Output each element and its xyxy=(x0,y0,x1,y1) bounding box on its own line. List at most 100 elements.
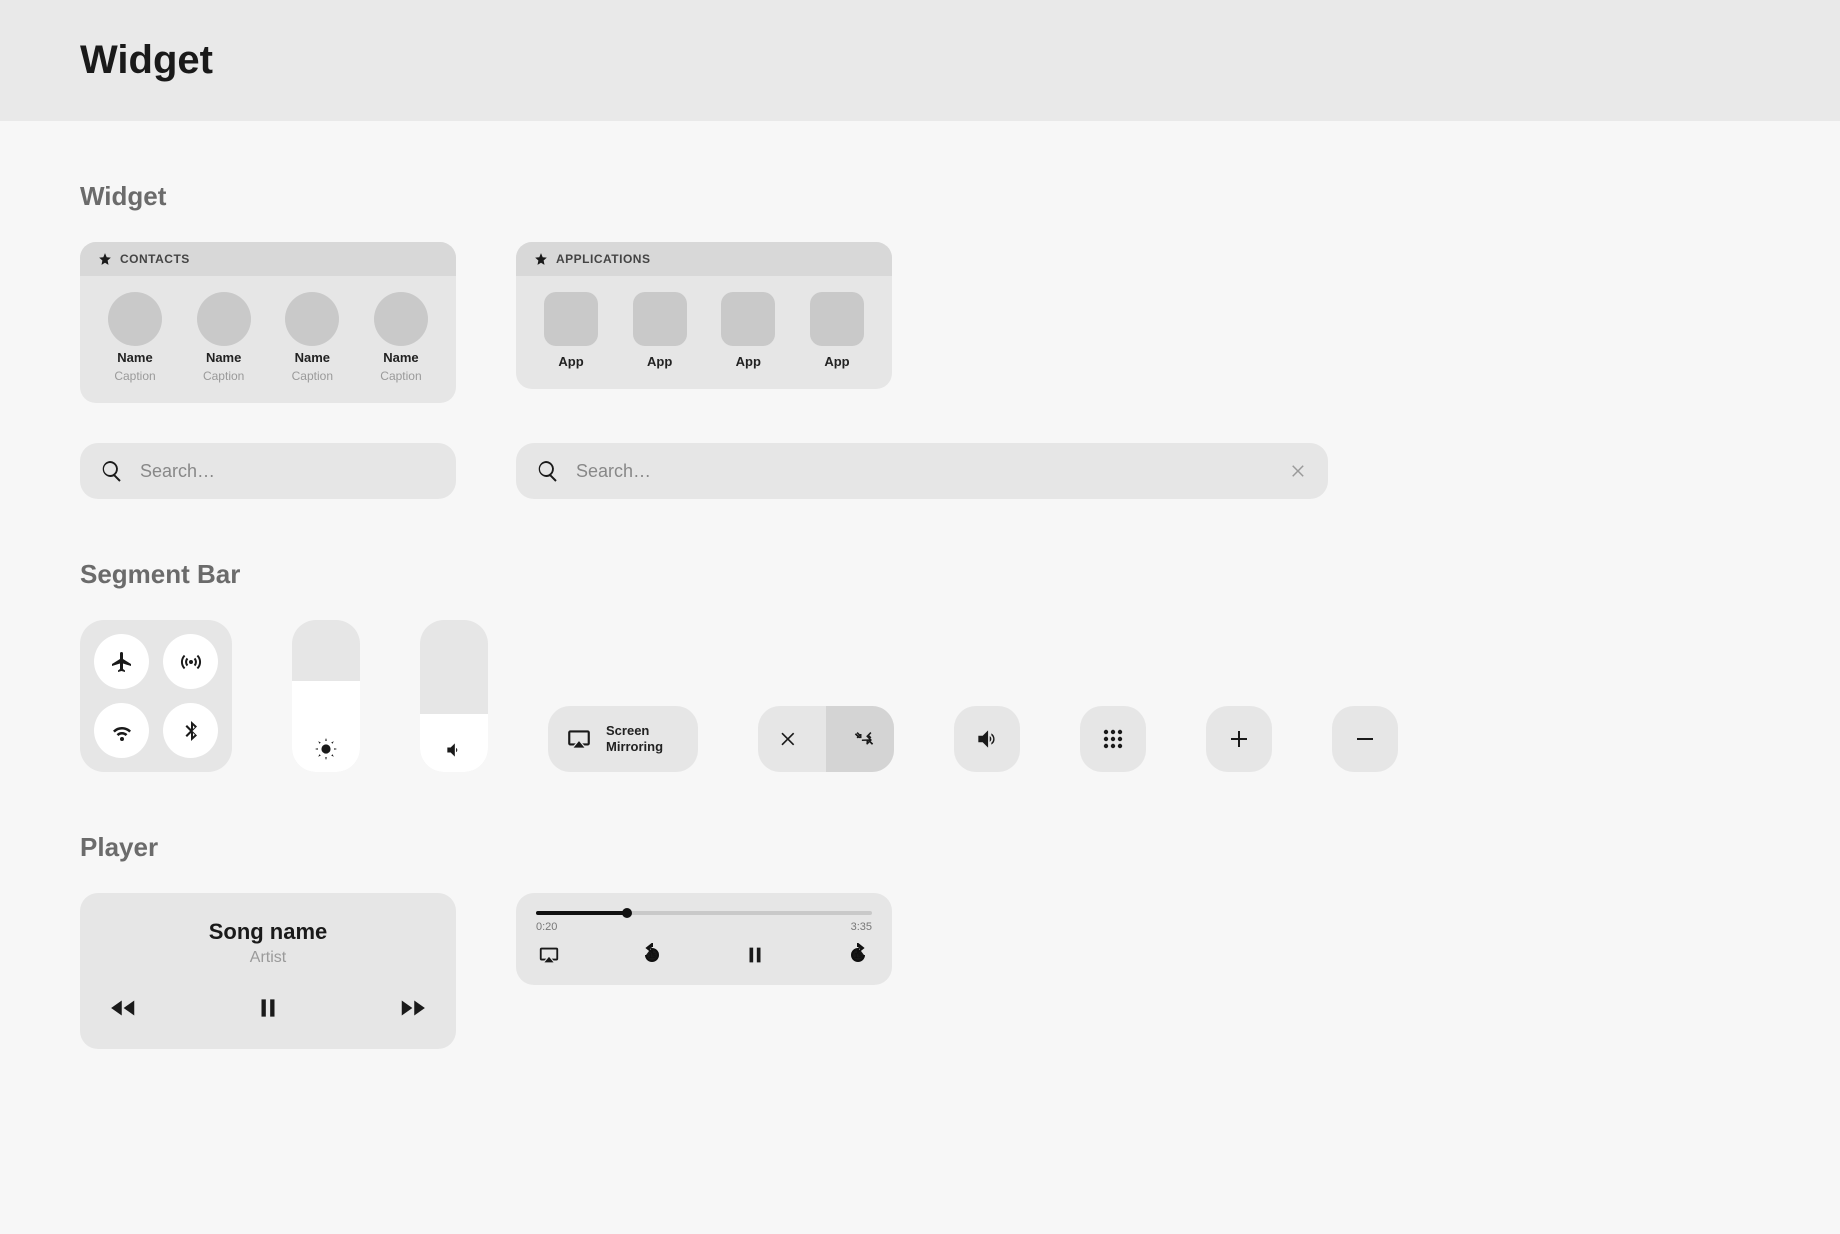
progress-fill xyxy=(536,911,627,915)
grid-icon xyxy=(1101,727,1125,751)
contact-name: Name xyxy=(206,350,241,365)
fast-forward-icon xyxy=(398,993,428,1023)
airplay-icon xyxy=(538,944,560,966)
section-title-widget: Widget xyxy=(80,181,1760,212)
brightness-icon xyxy=(315,738,337,760)
svg-text:15: 15 xyxy=(854,953,862,960)
skip-back-15-icon: 15 xyxy=(640,943,664,967)
app-label: App xyxy=(736,354,761,369)
app-icon-placeholder xyxy=(544,292,598,346)
brightness-slider[interactable] xyxy=(292,620,360,772)
minus-icon xyxy=(1353,727,1377,751)
app-label: App xyxy=(558,354,583,369)
contacts-widget: CONTACTS Name Caption Name Caption Name … xyxy=(80,242,456,403)
avatar xyxy=(374,292,428,346)
volume-icon xyxy=(444,740,464,760)
avatar xyxy=(108,292,162,346)
search-field-large[interactable] xyxy=(516,443,1328,499)
app-item[interactable]: App xyxy=(713,292,783,369)
screen-mirroring-label: Screen Mirroring xyxy=(606,723,663,754)
cellular-icon xyxy=(179,650,203,674)
contacts-title: CONTACTS xyxy=(120,252,190,266)
sound-button[interactable] xyxy=(954,706,1020,772)
song-title: Song name xyxy=(209,919,328,945)
app-label: App xyxy=(824,354,849,369)
forward-button[interactable] xyxy=(398,993,428,1023)
artist-name: Artist xyxy=(250,949,286,967)
contact-item[interactable]: Name Caption xyxy=(189,292,259,383)
elapsed-time: 0:20 xyxy=(536,921,557,933)
collapse-icon xyxy=(854,729,874,749)
search-input[interactable] xyxy=(138,460,436,483)
search-input[interactable] xyxy=(574,460,1276,483)
pause-button[interactable] xyxy=(255,995,281,1021)
progress-knob[interactable] xyxy=(622,908,632,918)
rewind-icon xyxy=(108,993,138,1023)
connectivity-panel xyxy=(80,620,232,772)
airplay-button[interactable] xyxy=(538,944,560,966)
rewind-button[interactable] xyxy=(108,993,138,1023)
pause-icon xyxy=(255,995,281,1021)
mini-player-widget: 0:20 3:35 15 15 xyxy=(516,893,892,985)
app-item[interactable]: App xyxy=(536,292,606,369)
app-icon-placeholder xyxy=(721,292,775,346)
skip-forward-15-button[interactable]: 15 xyxy=(846,943,870,967)
cellular-toggle[interactable] xyxy=(163,634,218,689)
search-icon xyxy=(536,459,560,483)
page-header: Widget xyxy=(0,0,1840,121)
sound-icon xyxy=(974,726,1000,752)
contacts-header: CONTACTS xyxy=(80,242,456,276)
progress-track[interactable] xyxy=(536,911,872,915)
section-title-player: Player xyxy=(80,832,1760,863)
skip-back-15-button[interactable]: 15 xyxy=(640,943,664,967)
page-title: Widget xyxy=(80,38,1760,83)
airplane-icon xyxy=(110,650,134,674)
airplay-icon xyxy=(566,726,592,752)
contact-name: Name xyxy=(383,350,418,365)
svg-text:15: 15 xyxy=(648,953,656,960)
search-field-small[interactable] xyxy=(80,443,456,499)
total-time: 3:35 xyxy=(851,921,872,933)
brightness-fill xyxy=(292,681,360,772)
contact-item[interactable]: Name Caption xyxy=(100,292,170,383)
remove-button[interactable] xyxy=(1332,706,1398,772)
applications-body: App App App App xyxy=(516,276,892,389)
contact-caption: Caption xyxy=(114,369,155,383)
wifi-toggle[interactable] xyxy=(94,703,149,758)
app-item[interactable]: App xyxy=(625,292,695,369)
music-player-widget: Song name Artist xyxy=(80,893,456,1049)
bluetooth-icon xyxy=(179,719,203,743)
applications-widget: APPLICATIONS App App App App xyxy=(516,242,892,389)
add-button[interactable] xyxy=(1206,706,1272,772)
contact-item[interactable]: Name Caption xyxy=(366,292,436,383)
app-label: App xyxy=(647,354,672,369)
app-icon-placeholder xyxy=(810,292,864,346)
app-item[interactable]: App xyxy=(802,292,872,369)
apps-grid-button[interactable] xyxy=(1080,706,1146,772)
contact-name: Name xyxy=(117,350,152,365)
bluetooth-toggle[interactable] xyxy=(163,703,218,758)
close-icon xyxy=(779,729,799,749)
avatar xyxy=(197,292,251,346)
wifi-icon xyxy=(110,719,134,743)
contact-item[interactable]: Name Caption xyxy=(277,292,347,383)
screen-mirroring-button[interactable]: Screen Mirroring xyxy=(548,706,698,772)
star-icon xyxy=(534,252,548,266)
section-title-segment: Segment Bar xyxy=(80,559,1760,590)
app-icon-placeholder xyxy=(633,292,687,346)
pause-icon xyxy=(744,944,766,966)
close-collapse-segment[interactable] xyxy=(758,706,894,772)
contact-name: Name xyxy=(295,350,330,365)
volume-slider[interactable] xyxy=(420,620,488,772)
contact-caption: Caption xyxy=(292,369,333,383)
close-icon xyxy=(1290,462,1308,480)
contact-caption: Caption xyxy=(203,369,244,383)
star-icon xyxy=(98,252,112,266)
pause-button[interactable] xyxy=(744,944,766,966)
skip-forward-15-icon: 15 xyxy=(846,943,870,967)
volume-fill xyxy=(420,714,488,772)
airplane-mode-toggle[interactable] xyxy=(94,634,149,689)
applications-header: APPLICATIONS xyxy=(516,242,892,276)
contacts-body: Name Caption Name Caption Name Caption N… xyxy=(80,276,456,403)
clear-button[interactable] xyxy=(1290,462,1308,480)
